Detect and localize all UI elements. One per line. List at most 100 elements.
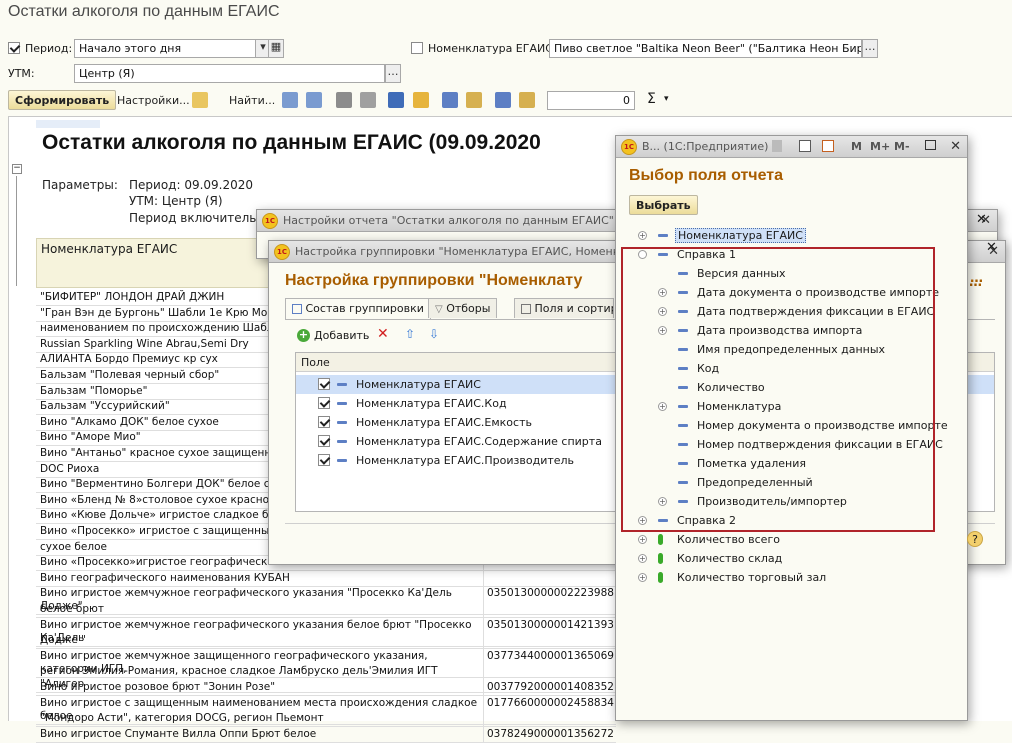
- add-icon[interactable]: +: [297, 329, 310, 342]
- use-checkbox[interactable]: [318, 454, 330, 466]
- tree-item[interactable]: + Количество торговый зал: [628, 568, 948, 587]
- expand-icon[interactable]: +: [638, 554, 647, 563]
- sigma-icon[interactable]: Σ: [647, 91, 656, 107]
- field-icon: [678, 481, 688, 484]
- settings-button[interactable]: Настройки...: [117, 94, 190, 107]
- tree-item[interactable]: Имя предопределенных данных: [628, 340, 948, 359]
- period-field[interactable]: Начало этого дня: [74, 39, 257, 58]
- expand-icon[interactable]: +: [658, 288, 667, 297]
- tree-item[interactable]: + Количество всего: [628, 530, 948, 549]
- tab-fields-sorting[interactable]: Поля и сортир: [514, 298, 614, 318]
- use-checkbox[interactable]: [318, 435, 330, 447]
- mail-icon[interactable]: [413, 92, 429, 108]
- expand-icon[interactable]: +: [638, 516, 647, 525]
- expand-icon[interactable]: [282, 92, 298, 108]
- duplicate-icon[interactable]: [495, 92, 511, 108]
- expand-icon[interactable]: +: [658, 402, 667, 411]
- select-field-window: 1С В... (1С:Предприятие) M M+ M- ✕ Выбор…: [615, 135, 968, 721]
- clipboard-icon[interactable]: [519, 92, 535, 108]
- expand-icon[interactable]: +: [658, 326, 667, 335]
- field-icon: [678, 310, 688, 313]
- tree-item[interactable]: Количество: [628, 378, 948, 397]
- collapse-icon[interactable]: [638, 250, 647, 259]
- tree-item[interactable]: + Количество склад: [628, 549, 948, 568]
- chevron-down-icon[interactable]: ▾: [664, 94, 669, 104]
- help-icon[interactable]: ?: [967, 531, 983, 547]
- add-button[interactable]: Добавить: [314, 329, 369, 342]
- calendar-icon[interactable]: [822, 140, 834, 152]
- select-button[interactable]: Выбрать: [629, 195, 698, 215]
- table-row[interactable]: Вино игристое розовое брют "Зонин Розе" 0…: [36, 680, 616, 696]
- doc-icon[interactable]: [772, 140, 782, 152]
- move-up-icon[interactable]: ⇧: [405, 327, 415, 341]
- tree-item[interactable]: + Дата подтверждения фиксации в ЕГАИС: [628, 302, 948, 321]
- use-checkbox[interactable]: [318, 397, 330, 409]
- tree-item[interactable]: Номер подтверждения фиксации в ЕГАИС: [628, 435, 948, 454]
- close-icon[interactable]: ✕: [986, 240, 997, 255]
- utm-select-button[interactable]: …: [385, 64, 401, 83]
- memory-button[interactable]: M: [851, 140, 862, 153]
- tree-item[interactable]: Номер документа о производстве импорте: [628, 416, 948, 435]
- delete-icon[interactable]: ✕: [377, 326, 389, 342]
- nomenclature-checkbox[interactable]: [411, 41, 423, 54]
- use-checkbox[interactable]: [318, 378, 330, 390]
- close-icon[interactable]: ✕: [976, 212, 987, 227]
- table-row[interactable]: Вино географического наименования КУБАН: [36, 570, 616, 587]
- utm-field[interactable]: Центр (Я): [74, 64, 385, 83]
- find-button[interactable]: Найти...: [229, 94, 275, 107]
- cell-code: [484, 571, 616, 586]
- tab-filters[interactable]: ▽ Отборы: [428, 298, 498, 318]
- tree-item[interactable]: + Номенклатура: [628, 397, 948, 416]
- table-row[interactable]: Вино игристое Спуманте Вилла Оппи Брют б…: [36, 726, 616, 743]
- tree-item[interactable]: Справка 1: [628, 245, 948, 264]
- expand-icon[interactable]: +: [638, 573, 647, 582]
- nomenclature-field[interactable]: Пиво светлое "Baltika Neon Beer" ("Балти…: [549, 39, 862, 58]
- expand-icon[interactable]: +: [658, 497, 667, 506]
- field-icon: [337, 440, 347, 443]
- copy-icon[interactable]: [442, 92, 458, 108]
- table-row[interactable]: Додже ": [36, 633, 616, 650]
- tree-item[interactable]: + Производитель/импортер: [628, 492, 948, 511]
- tree-item[interactable]: Пометка удаления: [628, 454, 948, 473]
- close-icon[interactable]: ✕: [950, 139, 961, 154]
- nomenclature-select-button[interactable]: …: [862, 39, 878, 58]
- calculator-icon[interactable]: [799, 140, 811, 152]
- field-icon: [337, 383, 347, 386]
- memory-minus-button[interactable]: M-: [894, 140, 910, 153]
- cell-code: [484, 633, 616, 648]
- tree-item[interactable]: + Дата производства импорта: [628, 321, 948, 340]
- preview-icon[interactable]: [360, 92, 376, 108]
- use-checkbox[interactable]: [318, 416, 330, 428]
- tab-grouping-composition[interactable]: Состав группировки: [285, 298, 431, 319]
- tree-item[interactable]: Версия данных: [628, 264, 948, 283]
- expand-icon[interactable]: +: [638, 535, 647, 544]
- print-icon[interactable]: [336, 92, 352, 108]
- save-icon[interactable]: [388, 92, 404, 108]
- calendar-icon[interactable]: ▦: [268, 39, 284, 58]
- tree-item[interactable]: Предопределенный: [628, 473, 948, 492]
- cell-nomenclature: белое брют: [36, 602, 484, 617]
- table-row[interactable]: белое брют: [36, 602, 616, 618]
- maximize-icon[interactable]: [925, 140, 936, 150]
- memory-plus-button[interactable]: M+: [870, 140, 890, 153]
- paste-icon[interactable]: [466, 92, 482, 108]
- cell-nomenclature: Додже ": [36, 633, 484, 649]
- table-row[interactable]: "Мондоро Асти", категория DOCG, регион П…: [36, 711, 616, 728]
- resource-icon: [658, 553, 663, 564]
- generate-button[interactable]: Сформировать: [8, 90, 117, 110]
- field-icon: [337, 402, 347, 405]
- field-label: Номенклатура ЕГАИС: [356, 378, 481, 391]
- collapse-icon[interactable]: [306, 92, 322, 108]
- select-field-heading: Выбор поля отчета: [629, 167, 783, 184]
- move-down-icon[interactable]: ⇩: [429, 327, 439, 341]
- expand-icon[interactable]: +: [638, 231, 647, 240]
- collapse-group-icon[interactable]: −: [12, 164, 22, 174]
- variant-icon[interactable]: [192, 92, 208, 108]
- tree-item[interactable]: + Номенклатура ЕГАИС: [628, 226, 948, 245]
- tree-item[interactable]: + Дата документа о производстве импорте: [628, 283, 948, 302]
- period-checkbox[interactable]: [8, 41, 20, 54]
- tree-item[interactable]: Код: [628, 359, 948, 378]
- expand-icon[interactable]: +: [658, 307, 667, 316]
- report-settings-title: Настройки отчета "Остатки алкоголя по да…: [283, 214, 656, 227]
- tree-item[interactable]: + Справка 2: [628, 511, 948, 530]
